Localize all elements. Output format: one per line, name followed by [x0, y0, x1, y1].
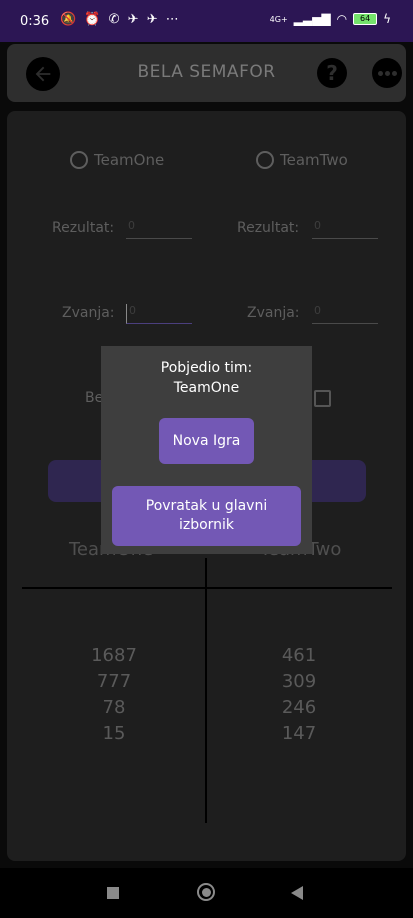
wifi-icon: ◠ [336, 12, 348, 26]
main-menu-label-line2: izbornik [178, 517, 235, 533]
status-bar: 0:36 🔕 ⏰ ✆ ✈ ✈ ⋯ 4G+ ▂▃▅▇ ◠ 64 ϟ [0, 0, 413, 42]
main-menu-label-line1: Povratak u glavni [145, 498, 268, 514]
help-button[interactable]: ? [317, 58, 347, 88]
network-type: 4G+ [269, 14, 288, 24]
rezultat-input-one[interactable]: 0 [126, 219, 192, 239]
zvanja-label-one: Zvanja: [62, 305, 115, 321]
radio-icon [70, 151, 88, 169]
notification-icons: 🔕 ⏰ ✆ ✈ ✈ ⋯ [60, 12, 181, 27]
bela-checkbox[interactable] [314, 390, 331, 407]
system-icons: 4G+ ▂▃▅▇ ◠ 64 ϟ [270, 12, 391, 26]
table-divider-vertical [205, 558, 207, 823]
team-one-radio-label: TeamOne [94, 151, 165, 169]
app-bar: BELA SEMAFOR ? [7, 44, 406, 102]
signal-icon: ▂▃▅▇ [293, 12, 331, 26]
score-row: 309 [281, 671, 317, 692]
team-one-radio[interactable]: TeamOne [70, 151, 164, 169]
more-dot-icon [391, 70, 397, 76]
rezultat-label-one: Rezultat: [52, 220, 115, 236]
score-row: 147 [281, 723, 317, 744]
team-two-score-list: 461 309 246 147 [239, 643, 359, 747]
score-row: 78 [102, 697, 126, 718]
more-dot-icon [377, 70, 383, 76]
zvanja-input-one[interactable]: 0 [126, 304, 192, 324]
more-dot-icon [384, 70, 390, 76]
system-nav-bar [0, 868, 413, 918]
home-icon [201, 887, 211, 897]
new-game-button[interactable]: Nova Igra [159, 418, 254, 464]
score-row: 15 [102, 723, 126, 744]
more-options-button[interactable] [372, 58, 402, 88]
system-back-button[interactable] [291, 886, 303, 900]
score-row: 246 [281, 697, 317, 718]
battery-icon: 64 [353, 13, 378, 25]
dialog-message: Pobjedio tim: TeamOne [101, 358, 312, 398]
radio-icon [256, 151, 274, 169]
team-two-radio[interactable]: TeamTwo [256, 151, 348, 169]
question-icon: ? [326, 61, 338, 85]
winner-team-name: TeamOne [173, 380, 240, 396]
team-one-score-list: 1687 777 78 15 [54, 643, 174, 747]
zvanja-input-two[interactable]: 0 [312, 304, 378, 324]
score-row: 461 [281, 645, 317, 666]
main-menu-button[interactable]: Povratak u glavni izbornik [112, 486, 301, 546]
score-row: 777 [96, 671, 132, 692]
dialog-message-line1: Pobjedio tim: [160, 360, 253, 376]
zvanja-label-two: Zvanja: [247, 305, 300, 321]
home-button[interactable] [197, 883, 215, 901]
rezultat-label-two: Rezultat: [237, 220, 300, 236]
charging-icon: ϟ [383, 12, 391, 26]
recents-button[interactable] [107, 887, 119, 899]
rezultat-input-two[interactable]: 0 [312, 219, 378, 239]
score-row: 1687 [91, 645, 137, 666]
table-divider-horizontal [22, 587, 392, 589]
status-time: 0:36 [20, 14, 50, 29]
winner-dialog: Pobjedio tim: TeamOne Nova Igra Povratak… [101, 346, 312, 554]
team-two-radio-label: TeamTwo [280, 151, 348, 169]
